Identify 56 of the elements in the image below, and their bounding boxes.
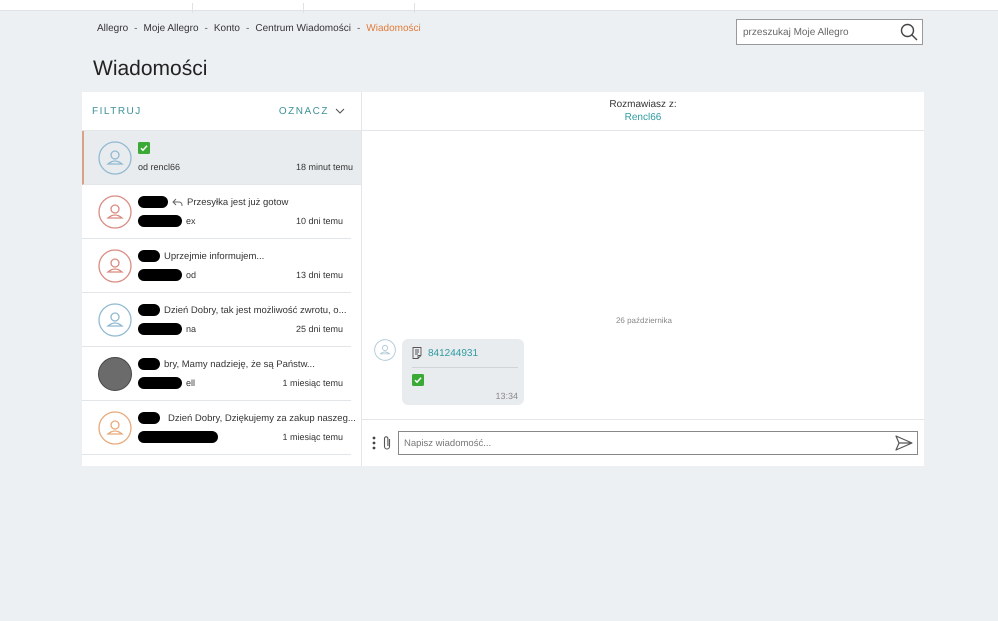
conversation-item[interactable]: Dzień Dobry, tak jest możliwość zwrotu, o... na 25 dni temu [82, 293, 351, 347]
redaction-mark [138, 323, 182, 335]
date-label: 26 października [616, 316, 672, 325]
message-time: 25 dni temu [296, 324, 343, 334]
breadcrumb-separator: - [204, 23, 208, 34]
redaction-mark [138, 304, 160, 316]
message-time: 10 dni temu [296, 216, 343, 226]
message-preview: Dzień Dobry, tak jest możliwość zwrotu, o... [164, 304, 346, 316]
redaction-mark [138, 250, 160, 262]
breadcrumb-current: Wiadomości [366, 23, 421, 34]
paperclip-icon[interactable] [382, 435, 392, 451]
reply-arrow-icon [172, 198, 183, 206]
redaction-mark [138, 215, 182, 227]
search-field[interactable]: przeszukaj Moje Allegro [736, 19, 923, 45]
redaction-mark [138, 269, 182, 281]
message-time: 13 dni temu [296, 270, 343, 280]
breadcrumb-link[interactable]: Konto [214, 23, 240, 34]
conversation-item[interactable]: Przesyłka jest już gotow ex 10 dni temu [82, 185, 351, 239]
sender-name: ell [186, 378, 196, 388]
conversation-item[interactable]: od rencl66 18 minut temu [82, 131, 361, 185]
breadcrumb-link[interactable]: Moje Allegro [143, 23, 199, 34]
breadcrumb-separator: - [134, 23, 138, 34]
conversation-item[interactable]: bry, Mamy nadzieję, że są Państw... ell 1 miesiąc temu [82, 347, 351, 401]
redaction-mark [138, 377, 182, 389]
redaction-mark [138, 412, 160, 424]
conversation-label: Rozmawiasz z: [609, 99, 677, 110]
message-time: 13:34 [494, 391, 518, 401]
sender-name: od rencl66 [138, 162, 180, 172]
sender-name: ex [186, 216, 196, 226]
more-options-icon[interactable] [372, 436, 376, 450]
message-input[interactable]: Napisz wiadomość... [398, 431, 918, 455]
message-time: 18 minut temu [296, 162, 353, 172]
breadcrumb-separator: - [246, 23, 250, 34]
sender-name: na [186, 324, 196, 334]
breadcrumb-separator: - [356, 23, 360, 34]
mark-dropdown[interactable]: OZNACZ [278, 106, 329, 116]
message-time: 1 miesiąc temu [282, 432, 343, 442]
check-icon [412, 374, 424, 386]
filter-button[interactable]: FILTRUJ [92, 106, 142, 116]
breadcrumb-link[interactable]: Centrum Wiadomości [255, 23, 351, 34]
sender-name: od [186, 270, 196, 280]
message-preview: bry, Mamy nadzieję, że są Państw... [164, 358, 315, 370]
message-preview: Uprzejmie informujem... [164, 250, 264, 262]
check-icon [138, 142, 150, 154]
document-icon [412, 347, 422, 359]
redaction-mark [138, 358, 160, 370]
page-title: Wiadomości [93, 57, 208, 81]
conversation-item[interactable]: Uprzejmie informujem... od 13 dni temu [82, 239, 351, 293]
chevron-down-icon [335, 108, 345, 114]
send-icon[interactable] [895, 435, 913, 451]
message-time: 1 miesiąc temu [282, 378, 343, 388]
search-icon [900, 23, 918, 41]
redaction-mark [138, 196, 168, 208]
message-preview: Przesyłka jest już gotow [187, 196, 288, 208]
user-icon [374, 339, 396, 361]
breadcrumb-link[interactable]: Allegro [97, 23, 128, 34]
